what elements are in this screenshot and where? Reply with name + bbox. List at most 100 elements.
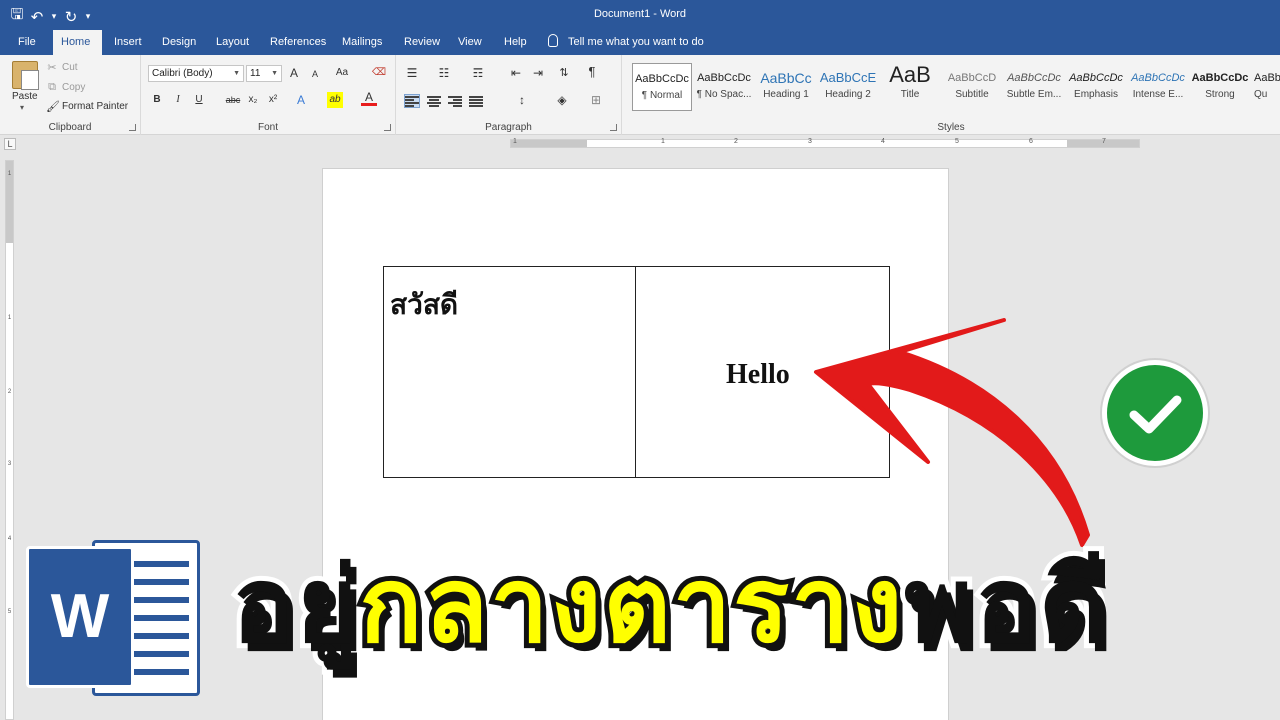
tab-selector[interactable]: L xyxy=(4,138,16,150)
ruler-number: 3 xyxy=(808,138,812,145)
tab-home[interactable]: Home xyxy=(53,30,102,55)
tab-references[interactable]: References xyxy=(262,30,334,55)
multilevel-list-icon[interactable]: ☶ xyxy=(470,65,486,81)
decrease-indent-icon[interactable]: ⇤ xyxy=(508,65,524,81)
style-heading-2[interactable]: AaBbCcE Heading 2 xyxy=(818,63,878,111)
style-sample: AaBbCcDc xyxy=(697,72,751,84)
tab-file[interactable]: File xyxy=(10,30,44,55)
tab-insert[interactable]: Insert xyxy=(106,30,150,55)
underline-button[interactable]: U xyxy=(191,92,207,108)
table-cell[interactable]: สวัสดี xyxy=(384,267,636,477)
style-name: Qu xyxy=(1254,89,1268,100)
clipboard-group-label: Clipboard xyxy=(48,122,92,133)
cut-label: Cut xyxy=(62,62,78,73)
ribbon-tabs: File Home Insert Design Layout Reference… xyxy=(0,30,1280,55)
align-left-icon[interactable] xyxy=(404,94,420,108)
bold-button[interactable]: B xyxy=(149,92,165,108)
styles-group-label: Styles xyxy=(937,122,965,133)
clipboard-group: Paste ▾ ✂ Cut ⧉ Copy 🖌 Format Painter Clipb… xyxy=(0,55,141,135)
increase-indent-icon[interactable]: ⇥ xyxy=(530,65,546,81)
paste-dropdown-icon[interactable]: ▾ xyxy=(20,103,24,112)
ruler-number: 6 xyxy=(1029,138,1033,145)
superscript-button[interactable]: x² xyxy=(265,92,281,108)
sort-icon[interactable]: ⇅ xyxy=(556,65,572,81)
strikethrough-button[interactable]: abc xyxy=(223,92,243,108)
change-case-button[interactable]: Aa xyxy=(331,65,353,81)
tab-design[interactable]: Design xyxy=(154,30,204,55)
style-intense-emphasis[interactable]: AaBbCcDc Intense E... xyxy=(1128,63,1188,111)
align-center-icon[interactable] xyxy=(427,95,441,107)
ruler-number: 5 xyxy=(7,609,12,615)
clear-formatting-icon[interactable]: ⌫ xyxy=(371,65,387,81)
format-painter-button[interactable]: 🖌 Format Painter xyxy=(46,100,128,113)
text-effects-button[interactable]: A xyxy=(293,92,309,108)
style-sample: AaBbCcDc xyxy=(1131,72,1185,84)
style-sample: AaBbCcD xyxy=(947,72,997,84)
clipboard-launcher-icon[interactable] xyxy=(129,124,136,131)
shrink-font-button[interactable]: A xyxy=(307,66,323,82)
justify-icon[interactable] xyxy=(469,95,483,107)
copy-label: Copy xyxy=(62,82,86,93)
copy-button[interactable]: ⧉ Copy xyxy=(46,81,85,94)
paste-icon[interactable] xyxy=(12,61,39,90)
vertical-ruler[interactable]: 1 1 2 3 4 5 xyxy=(5,160,14,720)
tell-me-box[interactable]: Tell me what you want to do xyxy=(548,30,704,55)
style-name: Heading 2 xyxy=(825,89,871,100)
paragraph-launcher-icon[interactable] xyxy=(610,124,617,131)
tell-me-text: Tell me what you want to do xyxy=(568,36,704,48)
font-color-button[interactable]: A xyxy=(361,91,377,106)
ribbon: Paste ▾ ✂ Cut ⧉ Copy 🖌 Format Painter Clipb… xyxy=(0,55,1280,135)
subscript-button[interactable]: x₂ xyxy=(245,92,261,108)
align-right-icon[interactable] xyxy=(448,95,462,107)
style-normal[interactable]: AaBbCcDc ¶ Normal xyxy=(632,63,692,111)
format-painter-label: Format Painter xyxy=(62,101,129,112)
style-quote[interactable]: AaBbCcDc Qu xyxy=(1252,63,1280,111)
style-strong[interactable]: AaBbCcDc Strong xyxy=(1190,63,1250,111)
style-name: Emphasis xyxy=(1074,89,1118,100)
style-title[interactable]: AaB Title xyxy=(880,63,940,111)
tab-view[interactable]: View xyxy=(450,30,490,55)
cell-text-hello: Hello xyxy=(726,359,790,390)
font-size-combo[interactable]: 11 ▼ xyxy=(246,65,282,82)
italic-button[interactable]: I xyxy=(170,92,186,108)
ruler-number: 5 xyxy=(955,138,959,145)
paste-button-label[interactable]: Paste xyxy=(12,91,38,102)
shading-icon[interactable]: ◈ xyxy=(554,92,570,108)
tab-layout[interactable]: Layout xyxy=(208,30,257,55)
style-name: ¶ No Spac... xyxy=(696,89,752,100)
paintbrush-icon: 🖌 xyxy=(46,101,60,113)
tab-review[interactable]: Review xyxy=(396,30,448,55)
checkmark-badge xyxy=(1102,360,1208,466)
font-launcher-icon[interactable] xyxy=(384,124,391,131)
style-name: Subtitle xyxy=(955,89,989,100)
numbering-icon[interactable]: ☷ xyxy=(436,65,452,81)
caption-part-start: อยู่ xyxy=(227,539,362,671)
style-name: Intense E... xyxy=(1132,89,1184,100)
document-table[interactable]: สวัสดี Hello xyxy=(383,266,890,478)
ruler-number: 3 xyxy=(7,461,12,467)
style-heading-1[interactable]: AaBbCc Heading 1 xyxy=(756,63,816,111)
cut-button[interactable]: ✂ Cut xyxy=(46,61,78,74)
style-name: Title xyxy=(900,89,920,100)
show-marks-button[interactable]: ¶ xyxy=(584,64,600,80)
style-subtitle[interactable]: AaBbCcD Subtitle xyxy=(942,63,1002,111)
line-spacing-icon[interactable]: ↕ xyxy=(514,92,530,108)
style-emphasis[interactable]: AaBbCcDc Emphasis xyxy=(1066,63,1126,111)
bullets-icon[interactable]: ☰ xyxy=(404,65,420,81)
style-sample: AaB xyxy=(889,63,931,87)
borders-icon[interactable]: ⊞ xyxy=(588,92,604,108)
tab-mailings[interactable]: Mailings xyxy=(334,30,390,55)
style-subtle-emphasis[interactable]: AaBbCcDc Subtle Em... xyxy=(1004,63,1064,111)
thai-caption: อยู่กลางตารางพอดี xyxy=(227,530,1112,720)
grow-font-button[interactable]: A xyxy=(286,65,302,81)
font-group-label: Font xyxy=(257,122,278,133)
ruler-number: 1 xyxy=(7,171,12,177)
font-name-combo[interactable]: Calibri (Body) ▼ xyxy=(148,65,244,82)
tab-help[interactable]: Help xyxy=(496,30,535,55)
scissors-icon: ✂ xyxy=(47,62,57,74)
highlight-button[interactable]: ab xyxy=(327,92,343,108)
ruler-number: 1 xyxy=(513,138,517,145)
style-no-spacing[interactable]: AaBbCcDc ¶ No Spac... xyxy=(694,63,754,111)
horizontal-ruler[interactable]: 1 1 2 3 4 5 6 7 xyxy=(510,138,1140,148)
table-cell[interactable]: Hello xyxy=(636,267,889,477)
